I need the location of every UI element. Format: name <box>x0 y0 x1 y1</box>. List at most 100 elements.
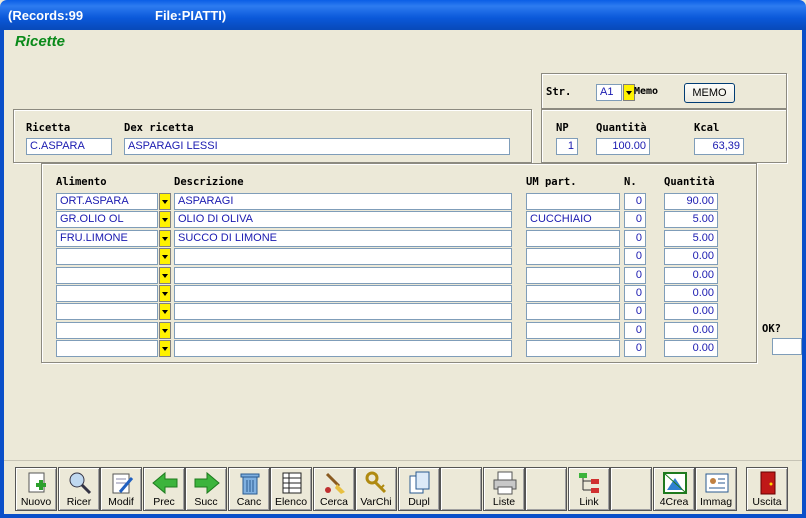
n-cell[interactable]: 0 <box>624 193 646 210</box>
col-alimento: Alimento <box>56 176 107 188</box>
descrizione-cell[interactable] <box>174 303 512 320</box>
quantita-cell[interactable]: 0.00 <box>664 322 718 339</box>
ricetta-field[interactable]: C.ASPARA <box>26 138 112 155</box>
n-cell[interactable]: 0 <box>624 285 646 302</box>
alimento-cell[interactable] <box>56 248 158 265</box>
alimento-cell[interactable] <box>56 285 158 302</box>
n-cell[interactable]: 0 <box>624 211 646 228</box>
alimento-dropdown-button[interactable] <box>159 285 171 302</box>
quantita-cell[interactable]: 0.00 <box>664 303 718 320</box>
edit-document-icon <box>112 473 134 494</box>
toolbar-dupl-button[interactable]: Dupl <box>398 467 440 511</box>
um-part-cell[interactable] <box>526 267 620 284</box>
toolbar-button-label: Cerca <box>319 496 348 508</box>
alimento-dropdown-button[interactable] <box>159 230 171 247</box>
descrizione-cell[interactable]: SUCCO DI LIMONE <box>174 230 512 247</box>
str-memo-panel <box>541 73 787 109</box>
alimento-cell[interactable]: FRU.LIMONE <box>56 230 158 247</box>
dex-ricetta-field[interactable]: ASPARAGI LESSI <box>124 138 510 155</box>
um-part-cell[interactable] <box>526 340 620 357</box>
printer-icon <box>493 471 517 495</box>
toolbar-4crea-button[interactable]: 4Crea <box>653 467 695 511</box>
um-part-cell[interactable] <box>526 248 620 265</box>
alimento-cell[interactable]: ORT.ASPARA <box>56 193 158 210</box>
alimento-cell[interactable] <box>56 322 158 339</box>
alimento-dropdown-button[interactable] <box>159 248 171 265</box>
quantita-cell[interactable]: 0.00 <box>664 285 718 302</box>
kcal-label: Kcal <box>694 122 720 134</box>
toolbar-empty-button[interactable] <box>440 467 482 511</box>
n-cell[interactable]: 0 <box>624 230 646 247</box>
n-cell[interactable]: 0 <box>624 248 646 265</box>
quantita-cell[interactable]: 0.00 <box>664 340 718 357</box>
descrizione-cell[interactable] <box>174 285 512 302</box>
alimento-dropdown-button[interactable] <box>159 267 171 284</box>
toolbar-prec-button[interactable]: Prec <box>143 467 185 511</box>
quantita-total-label: Quantità <box>596 122 647 134</box>
quantita-total-field[interactable]: 100.00 <box>596 138 650 155</box>
alimento-dropdown-button[interactable] <box>159 211 171 228</box>
alimento-dropdown-button[interactable] <box>159 193 171 210</box>
n-cell[interactable]: 0 <box>624 340 646 357</box>
keys-icon <box>365 471 387 494</box>
toolbar-liste-button[interactable]: Liste <box>483 467 525 511</box>
descrizione-cell[interactable] <box>174 267 512 284</box>
col-quantita: Quantità <box>664 176 715 188</box>
um-part-cell[interactable]: CUCCHIAIO <box>526 211 620 228</box>
alimento-dropdown-button[interactable] <box>159 303 171 320</box>
n-cell[interactable]: 0 <box>624 267 646 284</box>
descrizione-cell[interactable]: ASPARAGI <box>174 193 512 210</box>
toolbar-ricer-button[interactable]: Ricer <box>58 467 100 511</box>
toolbar-immag-button[interactable]: Immag <box>695 467 737 511</box>
toolbar-uscita-button[interactable]: Uscita <box>746 467 788 511</box>
toolbar-cerca-button[interactable]: Cerca <box>313 467 355 511</box>
alimento-dropdown-button[interactable] <box>159 322 171 339</box>
alimento-dropdown-button[interactable] <box>159 340 171 357</box>
window-titlebar: (Records:99 File:PIATTI) <box>0 0 806 30</box>
toolbar-button-label: Elenco <box>274 496 308 508</box>
toolbar-button-label: Modif <box>108 496 134 508</box>
toolbar-succ-button[interactable]: Succ <box>185 467 227 511</box>
um-part-cell[interactable] <box>526 193 620 210</box>
toolbar-nuovo-button[interactable]: Nuovo <box>15 467 57 511</box>
col-n: N. <box>624 176 637 188</box>
descrizione-cell[interactable] <box>174 322 512 339</box>
quantita-cell[interactable]: 90.00 <box>664 193 718 210</box>
kcal-field[interactable]: 63,39 <box>694 138 744 155</box>
ok-field[interactable] <box>772 338 802 355</box>
um-part-cell[interactable] <box>526 322 620 339</box>
toolbar-varchi-button[interactable]: VarChi <box>355 467 397 511</box>
um-part-cell[interactable] <box>526 285 620 302</box>
quantita-cell[interactable]: 0.00 <box>664 248 718 265</box>
str-field[interactable]: A1 <box>596 84 622 101</box>
toolbar-empty-button[interactable] <box>610 467 652 511</box>
n-cell[interactable]: 0 <box>624 322 646 339</box>
memo-button[interactable]: MEMO <box>684 83 735 103</box>
toolbar-empty-button[interactable] <box>525 467 567 511</box>
descrizione-cell[interactable] <box>174 248 512 265</box>
np-field[interactable]: 1 <box>556 138 578 155</box>
quantita-cell[interactable]: 0.00 <box>664 267 718 284</box>
toolbar-modif-button[interactable]: Modif <box>100 467 142 511</box>
trash-icon <box>240 473 260 495</box>
um-part-cell[interactable] <box>526 230 620 247</box>
toolbar-canc-button[interactable]: Canc <box>228 467 270 511</box>
np-label: NP <box>556 122 569 134</box>
toolbar-button-label: Dupl <box>408 496 430 508</box>
alimento-cell[interactable] <box>56 267 158 284</box>
exit-door-icon <box>760 471 776 495</box>
toolbar-elenco-button[interactable]: Elenco <box>270 467 312 511</box>
toolbar-link-button[interactable]: Link <box>568 467 610 511</box>
link-tree-icon <box>579 473 599 493</box>
descrizione-cell[interactable]: OLIO DI OLIVA <box>174 211 512 228</box>
app-title: Ricette <box>15 33 66 50</box>
quantita-cell[interactable]: 5.00 <box>664 230 718 247</box>
alimento-cell[interactable]: GR.OLIO OL <box>56 211 158 228</box>
n-cell[interactable]: 0 <box>624 303 646 320</box>
quantita-cell[interactable]: 5.00 <box>664 211 718 228</box>
records-count: (Records:99 <box>8 8 84 23</box>
um-part-cell[interactable] <box>526 303 620 320</box>
descrizione-cell[interactable] <box>174 340 512 357</box>
alimento-cell[interactable] <box>56 340 158 357</box>
alimento-cell[interactable] <box>56 303 158 320</box>
